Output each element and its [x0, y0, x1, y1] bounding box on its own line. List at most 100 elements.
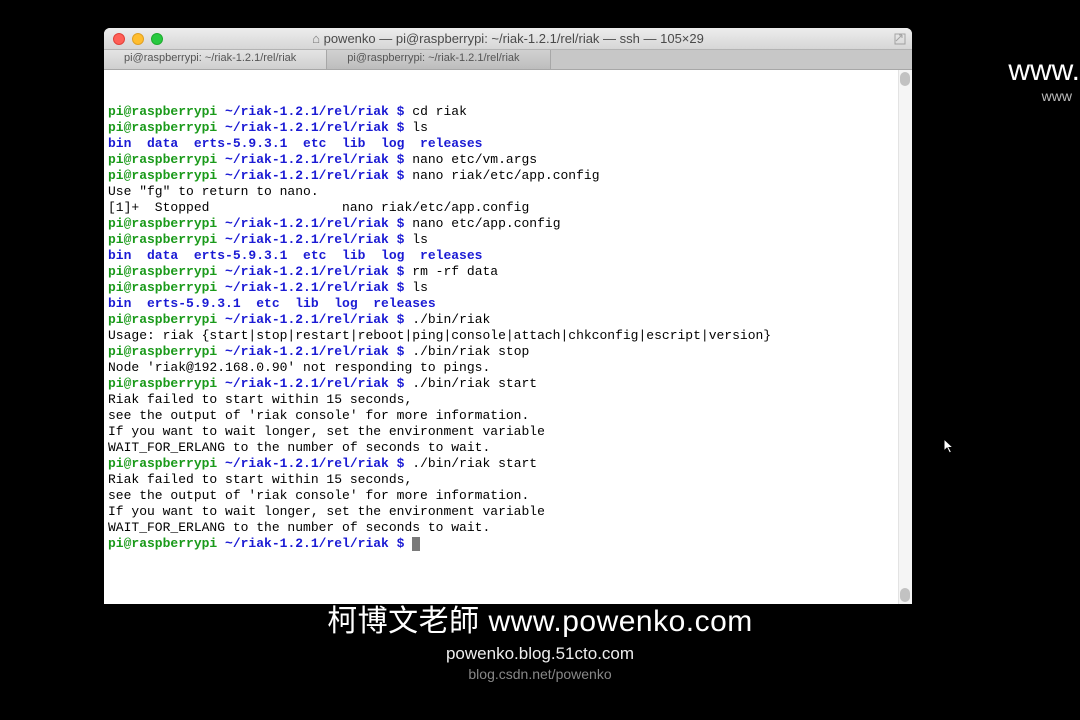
command-text: ls — [412, 120, 428, 135]
command-text: ls — [412, 232, 428, 247]
output-text: WAIT_FOR_ERLANG to the number of seconds… — [108, 440, 490, 455]
prompt-path: ~/riak-1.2.1/rel/riak — [225, 456, 397, 471]
prompt-dollar: $ — [397, 216, 413, 231]
terminal-line: WAIT_FOR_ERLANG to the number of seconds… — [108, 440, 908, 456]
prompt-user: pi@raspberrypi — [108, 312, 225, 327]
prompt-path: ~/riak-1.2.1/rel/riak — [225, 264, 397, 279]
command-text: ./bin/riak start — [412, 376, 537, 391]
prompt-path: ~/riak-1.2.1/rel/riak — [225, 152, 397, 167]
command-text: nano etc/app.config — [412, 216, 560, 231]
footer-credits: 柯博文老師 www.powenko.com powenko.blog.51cto… — [0, 596, 1080, 682]
prompt-path: ~/riak-1.2.1/rel/riak — [225, 376, 397, 391]
terminal-line: pi@raspberrypi ~/riak-1.2.1/rel/riak $ n… — [108, 168, 908, 184]
terminal-line: bin data erts-5.9.3.1 etc lib log releas… — [108, 248, 908, 264]
output-text: WAIT_FOR_ERLANG to the number of seconds… — [108, 520, 490, 535]
command-text: nano riak/etc/app.config — [412, 168, 599, 183]
output-listing: bin data erts-5.9.3.1 etc lib log releas… — [108, 248, 482, 263]
prompt-dollar: $ — [397, 536, 413, 551]
footer-line1: 柯博文老師 www.powenko.com — [0, 596, 1080, 640]
prompt-dollar: $ — [397, 104, 413, 119]
prompt-dollar: $ — [397, 376, 413, 391]
scrollbar[interactable] — [898, 70, 912, 604]
terminal-line: pi@raspberrypi ~/riak-1.2.1/rel/riak $ n… — [108, 216, 908, 232]
tab-1[interactable]: pi@raspberrypi: ~/riak-1.2.1/rel/riak — [327, 50, 550, 69]
prompt-user: pi@raspberrypi — [108, 232, 225, 247]
bg-line1: www. — [1008, 54, 1080, 88]
command-text: rm -rf data — [412, 264, 498, 279]
tab-bar: pi@raspberrypi: ~/riak-1.2.1/rel/riak pi… — [104, 50, 912, 70]
prompt-path: ~/riak-1.2.1/rel/riak — [225, 280, 397, 295]
terminal-line: If you want to wait longer, set the envi… — [108, 424, 908, 440]
terminal-line: Riak failed to start within 15 seconds, — [108, 392, 908, 408]
terminal-line: bin erts-5.9.3.1 etc lib log releases — [108, 296, 908, 312]
command-text: cd riak — [412, 104, 467, 119]
prompt-user: pi@raspberrypi — [108, 264, 225, 279]
terminal-line: If you want to wait longer, set the envi… — [108, 504, 908, 520]
output-text: [1]+ Stopped nano riak/etc/app.config — [108, 200, 529, 215]
output-listing: bin data erts-5.9.3.1 etc lib log releas… — [108, 136, 482, 151]
prompt-user: pi@raspberrypi — [108, 168, 225, 183]
command-text: ./bin/riak — [412, 312, 490, 327]
terminal-line: Riak failed to start within 15 seconds, — [108, 472, 908, 488]
prompt-dollar: $ — [397, 232, 413, 247]
prompt-user: pi@raspberrypi — [108, 376, 225, 391]
terminal-line: pi@raspberrypi ~/riak-1.2.1/rel/riak $ n… — [108, 152, 908, 168]
prompt-dollar: $ — [397, 280, 413, 295]
command-text: ls — [412, 280, 428, 295]
prompt-path: ~/riak-1.2.1/rel/riak — [225, 216, 397, 231]
output-text: Riak failed to start within 15 seconds, — [108, 472, 412, 487]
terminal-line: bin data erts-5.9.3.1 etc lib log releas… — [108, 136, 908, 152]
prompt-dollar: $ — [397, 344, 413, 359]
output-text: Usage: riak {start|stop|restart|reboot|p… — [108, 328, 771, 343]
output-text: Use "fg" to return to nano. — [108, 184, 319, 199]
cursor-block — [412, 537, 420, 551]
output-text: see the output of 'riak console' for mor… — [108, 408, 529, 423]
maximize-icon[interactable] — [894, 33, 906, 45]
footer-line2: powenko.blog.51cto.com — [0, 644, 1080, 664]
prompt-dollar: $ — [397, 264, 413, 279]
terminal-line: WAIT_FOR_ERLANG to the number of seconds… — [108, 520, 908, 536]
prompt-path: ~/riak-1.2.1/rel/riak — [225, 104, 397, 119]
terminal-line: see the output of 'riak console' for mor… — [108, 488, 908, 504]
output-text: Riak failed to start within 15 seconds, — [108, 392, 412, 407]
prompt-user: pi@raspberrypi — [108, 280, 225, 295]
footer-line3: blog.csdn.net/powenko — [0, 666, 1080, 682]
scroll-thumb-top[interactable] — [900, 72, 910, 86]
terminal-body[interactable]: pi@raspberrypi ~/riak-1.2.1/rel/riak $ c… — [104, 70, 912, 604]
prompt-user: pi@raspberrypi — [108, 120, 225, 135]
prompt-user: pi@raspberrypi — [108, 344, 225, 359]
prompt-path: ~/riak-1.2.1/rel/riak — [225, 536, 397, 551]
terminal-line: pi@raspberrypi ~/riak-1.2.1/rel/riak $ .… — [108, 312, 908, 328]
prompt-user: pi@raspberrypi — [108, 152, 225, 167]
command-text: ./bin/riak start — [412, 456, 537, 471]
mouse-cursor-icon — [943, 438, 955, 456]
prompt-dollar: $ — [397, 312, 413, 327]
prompt-dollar: $ — [397, 456, 413, 471]
prompt-dollar: $ — [397, 168, 413, 183]
command-text: ./bin/riak stop — [412, 344, 529, 359]
terminal-window: ⌂ powenko — pi@raspberrypi: ~/riak-1.2.1… — [104, 28, 912, 604]
terminal-line: [1]+ Stopped nano riak/etc/app.config — [108, 200, 908, 216]
prompt-path: ~/riak-1.2.1/rel/riak — [225, 312, 397, 327]
output-text: Node 'riak@192.168.0.90' not responding … — [108, 360, 490, 375]
prompt-user: pi@raspberrypi — [108, 536, 225, 551]
terminal-line: pi@raspberrypi ~/riak-1.2.1/rel/riak $ l… — [108, 120, 908, 136]
terminal-line: pi@raspberrypi ~/riak-1.2.1/rel/riak $ c… — [108, 104, 908, 120]
terminal-line: pi@raspberrypi ~/riak-1.2.1/rel/riak $ l… — [108, 232, 908, 248]
terminal-line: pi@raspberrypi ~/riak-1.2.1/rel/riak $ .… — [108, 376, 908, 392]
command-text: nano etc/vm.args — [412, 152, 537, 167]
prompt-user: pi@raspberrypi — [108, 456, 225, 471]
terminal-line: pi@raspberrypi ~/riak-1.2.1/rel/riak $ — [108, 536, 908, 552]
output-text: If you want to wait longer, set the envi… — [108, 424, 545, 439]
prompt-user: pi@raspberrypi — [108, 104, 225, 119]
tab-0[interactable]: pi@raspberrypi: ~/riak-1.2.1/rel/riak — [104, 50, 327, 69]
background-text-right: www. www — [1008, 54, 1080, 104]
terminal-line: pi@raspberrypi ~/riak-1.2.1/rel/riak $ .… — [108, 344, 908, 360]
titlebar[interactable]: ⌂ powenko — pi@raspberrypi: ~/riak-1.2.1… — [104, 28, 912, 50]
prompt-dollar: $ — [397, 152, 413, 167]
terminal-line: see the output of 'riak console' for mor… — [108, 408, 908, 424]
terminal-line: Node 'riak@192.168.0.90' not responding … — [108, 360, 908, 376]
bg-line2: www — [1008, 88, 1080, 104]
prompt-user: pi@raspberrypi — [108, 216, 225, 231]
prompt-path: ~/riak-1.2.1/rel/riak — [225, 120, 397, 135]
